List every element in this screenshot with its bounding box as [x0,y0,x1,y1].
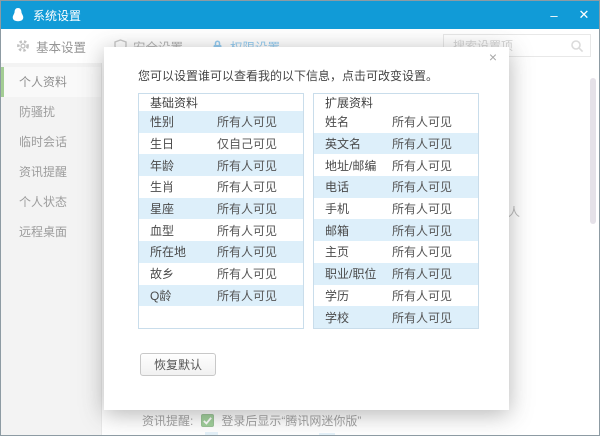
field-label: 所在地 [150,243,217,260]
gear-icon [16,39,30,53]
field-label: 学校 [325,309,392,326]
privacy-row: 电话所有人可见 [314,176,478,198]
privacy-row: 手机所有人可见 [314,198,478,220]
visibility-value[interactable]: 所有人可见 [392,157,452,174]
privacy-row: 地址/邮编所有人可见 [314,154,478,176]
field-label: 故乡 [150,265,217,282]
news-alert-setting-row: 资讯提醒: 登录后显示“腾讯网迷你版” [142,412,361,429]
extended-info-table: 扩展资料 姓名所有人可见英文名所有人可见地址/邮编所有人可见电话所有人可见手机所… [313,93,479,329]
visibility-value[interactable]: 仅自己可见 [217,135,277,152]
visibility-value[interactable]: 所有人可见 [217,157,277,174]
privacy-row: Q龄所有人可见 [139,285,303,307]
minimize-button[interactable]: – [539,1,569,29]
visibility-value[interactable]: 所有人可见 [392,222,452,239]
privacy-tables: 基础资料 性别所有人可见生日仅自己可见年龄所有人可见生肖所有人可见星座所有人可见… [138,93,479,329]
visibility-value[interactable]: 所有人可见 [392,287,452,304]
dialog-close-icon[interactable]: × [489,50,497,64]
field-label: 职业/职位 [325,265,392,282]
dialog-instruction: 您可以设置谁可以查看我的以下信息，点击可改变设置。 [138,67,438,84]
sidebar-item-label: 临时会话 [19,135,67,149]
visibility-value[interactable]: 所有人可见 [217,287,277,304]
basic-info-table: 基础资料 性别所有人可见生日仅自己可见年龄所有人可见生肖所有人可见星座所有人可见… [138,93,304,329]
field-label: 姓名 [325,113,392,130]
privacy-settings-dialog: × 您可以设置谁可以查看我的以下信息，点击可改变设置。 基础资料 性别所有人可见… [104,47,509,410]
partial-checkbox-fragment [205,432,218,436]
search-icon[interactable] [570,39,584,53]
sidebar-item-news-alerts[interactable]: 资讯提醒 [1,157,101,187]
privacy-row: 所在地所有人可见 [139,241,303,263]
active-indicator-bar [1,67,4,97]
visibility-value[interactable]: 所有人可见 [217,243,277,260]
privacy-row: 故乡所有人可见 [139,263,303,285]
restore-defaults-button[interactable]: 恢复默认 [140,353,216,376]
privacy-row: 英文名所有人可见 [314,133,478,155]
visibility-value[interactable]: 所有人可见 [392,113,452,130]
field-label: 英文名 [325,135,392,152]
field-label: 性别 [150,113,217,130]
privacy-row: 邮箱所有人可见 [314,219,478,241]
sidebar-item-label: 个人资料 [19,75,67,89]
sidebar-item-temp-session[interactable]: 临时会话 [1,127,101,157]
field-label: 生日 [150,135,217,152]
qq-penguin-icon [10,7,26,23]
sidebar-item-anti-harassment[interactable]: 防骚扰 [1,97,101,127]
field-label: 星座 [150,200,217,217]
privacy-row: 生日仅自己可见 [139,133,303,155]
sidebar-item-personal-profile[interactable]: 个人资料 [1,67,101,97]
privacy-row: 职业/职位所有人可见 [314,263,478,285]
field-label: 年龄 [150,157,217,174]
privacy-row: 学历所有人可见 [314,285,478,307]
field-label: 地址/邮编 [325,157,392,174]
tab-label: 基本设置 [36,37,86,56]
privacy-row: 性别所有人可见 [139,111,303,133]
news-alert-label: 资讯提醒: [142,412,193,429]
sidebar-item-personal-status[interactable]: 个人状态 [1,187,101,217]
field-label: 电话 [325,178,392,195]
visibility-value[interactable]: 所有人可见 [217,113,277,130]
settings-window: 系统设置 – ✕ 基本设置安全设置权限设置 个人资料防骚扰临时会话资讯提醒个人状… [0,0,600,436]
field-label: 邮箱 [325,222,392,239]
news-checkbox-label: 登录后显示“腾讯网迷你版” [221,412,361,429]
sidebar-item-label: 资讯提醒 [19,165,67,179]
field-label: 主页 [325,243,392,260]
visibility-value[interactable]: 所有人可见 [392,178,452,195]
field-label: 血型 [150,222,217,239]
extended-info-header: 扩展资料 [314,94,478,111]
privacy-row: 星座所有人可见 [139,198,303,220]
sidebar-item-remote-desktop[interactable]: 远程桌面 [1,217,101,247]
basic-info-header: 基础资料 [139,94,303,111]
visibility-value[interactable]: 所有人可见 [392,265,452,282]
tab-basic-settings[interactable]: 基本设置 [16,37,86,56]
window-body: 基本设置安全设置权限设置 个人资料防骚扰临时会话资讯提醒个人状态远程桌面 的人 … [1,29,599,435]
title-bar: 系统设置 – ✕ [1,1,599,29]
field-label: 手机 [325,200,392,217]
sidebar-item-label: 个人状态 [19,195,67,209]
visibility-value[interactable]: 所有人可见 [392,309,452,326]
visibility-value[interactable]: 所有人可见 [392,200,452,217]
field-label: Q龄 [150,287,217,304]
settings-sidebar: 个人资料防骚扰临时会话资讯提醒个人状态远程桌面 [1,63,102,435]
privacy-row: 姓名所有人可见 [314,111,478,133]
privacy-row: 年龄所有人可见 [139,154,303,176]
privacy-row: 学校所有人可见 [314,306,478,328]
sidebar-item-label: 防骚扰 [19,105,55,119]
sidebar-item-label: 远程桌面 [19,225,67,239]
window-title: 系统设置 [33,7,81,24]
extended-info-rows: 姓名所有人可见英文名所有人可见地址/邮编所有人可见电话所有人可见手机所有人可见邮… [314,111,478,328]
visibility-value[interactable]: 所有人可见 [392,135,452,152]
visibility-value[interactable]: 所有人可见 [217,265,277,282]
privacy-row: 血型所有人可见 [139,219,303,241]
news-checkbox-checked[interactable] [201,414,214,427]
visibility-value[interactable]: 所有人可见 [217,222,277,239]
close-button[interactable]: ✕ [569,1,599,29]
visibility-value[interactable]: 所有人可见 [217,178,277,195]
privacy-row: 生肖所有人可见 [139,176,303,198]
privacy-row: 主页所有人可见 [314,241,478,263]
visibility-value[interactable]: 所有人可见 [217,200,277,217]
scrollbar-thumb[interactable] [590,78,596,224]
basic-info-rows: 性别所有人可见生日仅自己可见年龄所有人可见生肖所有人可见星座所有人可见血型所有人… [139,111,303,306]
field-label: 学历 [325,287,392,304]
visibility-value[interactable]: 所有人可见 [392,243,452,260]
field-label: 生肖 [150,178,217,195]
